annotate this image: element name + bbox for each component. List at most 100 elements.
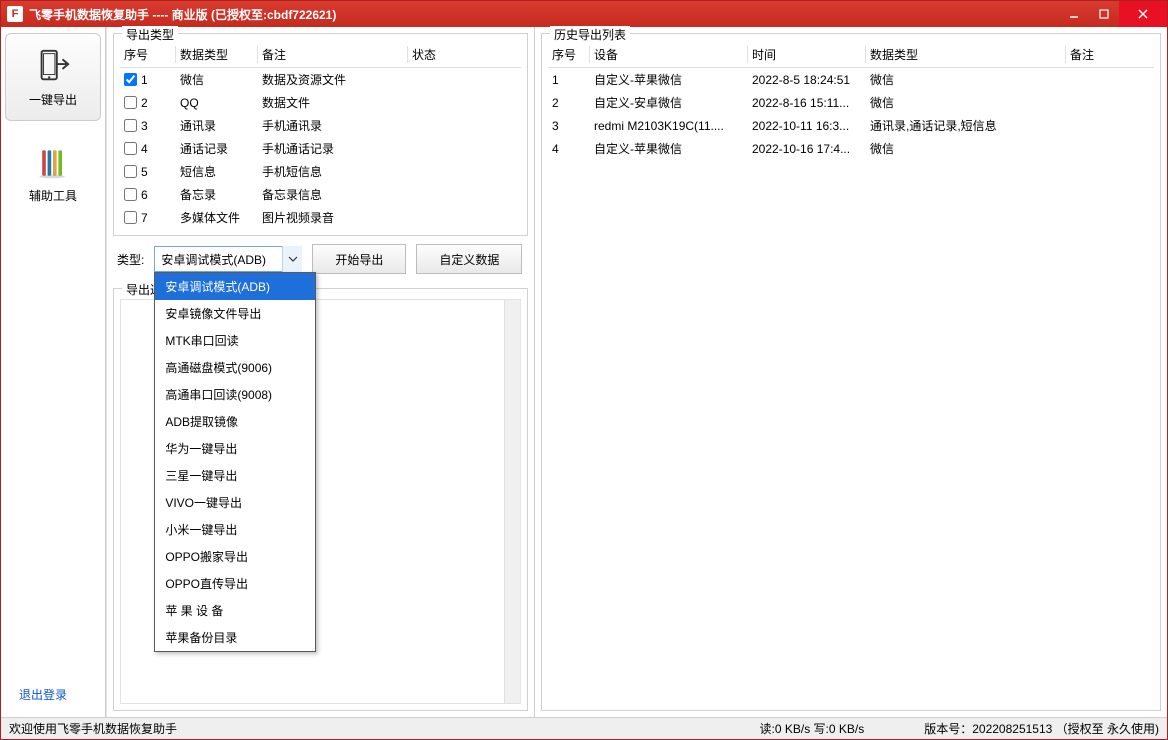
dropdown-option[interactable]: ADB提取镜像 (155, 408, 315, 435)
col-type[interactable]: 数据类型 (176, 42, 258, 68)
table-row[interactable]: 2自定义-安卓微信2022-8-16 15:11...微信 (548, 91, 1154, 114)
col-status[interactable]: 状态 (408, 42, 521, 68)
one-click-export-button[interactable]: 一键导出 (5, 33, 101, 121)
hcol-idx[interactable]: 序号 (548, 42, 590, 68)
window-maximize-button[interactable] (1089, 1, 1119, 27)
table-row[interactable]: 4通话记录手机通话记录 (120, 137, 521, 160)
row-status (408, 137, 521, 160)
dropdown-option[interactable]: OPPO搬家导出 (155, 543, 315, 570)
status-welcome: 欢迎使用飞零手机数据恢复助手 (9, 720, 177, 737)
type-label: 类型: (117, 251, 144, 268)
export-controls: 类型: 安卓调试模式(ADB) 安卓调试模式(ADB)安卓镜像文件导出MTK串口… (107, 238, 534, 282)
row-idx: 3 (141, 119, 148, 133)
hist-device: redmi M2103K19C(11.... (590, 114, 748, 137)
row-remark: 数据及资源文件 (258, 68, 408, 92)
export-type-legend: 导出类型 (122, 26, 178, 43)
app-icon: F (7, 6, 23, 22)
row-checkbox[interactable] (124, 119, 137, 132)
hcol-type[interactable]: 数据类型 (866, 42, 1066, 68)
dropdown-option[interactable]: 小米一键导出 (155, 516, 315, 543)
dropdown-option[interactable]: OPPO直传导出 (155, 570, 315, 597)
dropdown-option[interactable]: 苹果备份目录 (155, 624, 315, 651)
dropdown-option[interactable]: 高通串口回读(9008) (155, 381, 315, 408)
row-type: 通话记录 (176, 137, 258, 160)
window-minimize-button[interactable] (1059, 1, 1089, 27)
row-idx: 7 (141, 211, 148, 225)
hist-type: 微信 (866, 137, 1066, 160)
row-type: 多媒体文件 (176, 206, 258, 229)
row-idx: 1 (141, 73, 148, 87)
table-row[interactable]: 1自定义-苹果微信2022-8-5 18:24:51微信 (548, 68, 1154, 92)
col-idx[interactable]: 序号 (120, 42, 176, 68)
row-remark: 图片视频录音 (258, 206, 408, 229)
table-row[interactable]: 1 微信数据及资源文件 (120, 68, 521, 92)
custom-data-button[interactable]: 自定义数据 (416, 244, 522, 274)
hist-remark (1066, 91, 1154, 114)
start-export-button[interactable]: 开始导出 (312, 244, 406, 274)
status-bar: 欢迎使用飞零手机数据恢复助手 读:0 KB/s 写:0 KB/s 版本号：202… (1, 717, 1167, 739)
dropdown-option[interactable]: 安卓调试模式(ADB) (155, 273, 315, 300)
row-checkbox[interactable] (124, 73, 137, 86)
row-type: 备忘录 (176, 183, 258, 206)
window-title: 飞零手机数据恢复助手 ---- 商业版 (已授权至:cbdf722621) (29, 6, 1059, 23)
hist-time: 2022-10-11 16:3... (748, 114, 866, 137)
dropdown-option[interactable]: 三星一键导出 (155, 462, 315, 489)
dropdown-option[interactable]: 华为一键导出 (155, 435, 315, 462)
row-idx: 2 (141, 96, 148, 110)
window-titlebar: F 飞零手机数据恢复助手 ---- 商业版 (已授权至:cbdf722621) (1, 1, 1167, 27)
history-table: 序号 设备 时间 数据类型 备注 1自定义-苹果微信2022-8-5 18:24… (548, 42, 1154, 160)
aux-tools-button[interactable]: 辅助工具 (5, 145, 101, 204)
dropdown-option[interactable]: 高通磁盘模式(9006) (155, 354, 315, 381)
history-group: 历史导出列表 序号 设备 时间 数据类型 备注 1自定义 (541, 33, 1161, 711)
hist-device: 自定义-苹果微信 (590, 137, 748, 160)
hist-type: 通讯录,通话记录,短信息 (866, 114, 1066, 137)
table-row[interactable]: 3 通讯录手机通讯录 (120, 114, 521, 137)
table-row[interactable]: 3redmi M2103K19C(11....2022-10-11 16:3..… (548, 114, 1154, 137)
status-version: 版本号：202208251513 （授权至 永久使用) (924, 720, 1159, 737)
dropdown-option[interactable]: 苹 果 设 备 (155, 597, 315, 624)
scrollbar[interactable] (504, 300, 520, 703)
row-checkbox[interactable] (124, 142, 137, 155)
row-checkbox[interactable] (124, 211, 137, 224)
history-legend: 历史导出列表 (550, 26, 630, 43)
table-row[interactable]: 2QQ数据文件 (120, 91, 521, 114)
hcol-device[interactable]: 设备 (590, 42, 748, 68)
hist-remark (1066, 137, 1154, 160)
dropdown-option[interactable]: VIVO一键导出 (155, 489, 315, 516)
hist-type: 微信 (866, 68, 1066, 92)
table-row[interactable]: 7 多媒体文件图片视频录音 (120, 206, 521, 229)
row-idx: 5 (141, 165, 148, 179)
hist-idx: 1 (548, 68, 590, 92)
row-remark: 备忘录信息 (258, 183, 408, 206)
export-mode-combo[interactable]: 安卓调试模式(ADB) (154, 246, 302, 272)
hist-time: 2022-8-5 18:24:51 (748, 68, 866, 92)
col-remark[interactable]: 备注 (258, 42, 408, 68)
row-status (408, 68, 521, 92)
window-close-button[interactable] (1119, 1, 1167, 27)
hist-device: 自定义-安卓微信 (590, 91, 748, 114)
tools-icon (35, 145, 71, 181)
hist-remark (1066, 114, 1154, 137)
hist-idx: 3 (548, 114, 590, 137)
hist-device: 自定义-苹果微信 (590, 68, 748, 92)
row-type: 微信 (176, 68, 258, 92)
export-mode-dropdown[interactable]: 安卓调试模式(ADB)安卓镜像文件导出MTK串口回读高通磁盘模式(9006)高通… (154, 272, 316, 652)
row-status (408, 183, 521, 206)
status-speed: 读:0 KB/s 写:0 KB/s (760, 720, 865, 737)
row-checkbox[interactable] (124, 96, 137, 109)
row-remark: 手机通讯录 (258, 114, 408, 137)
logout-link[interactable]: 退出登录 (19, 686, 101, 703)
table-row[interactable]: 6备忘录备忘录信息 (120, 183, 521, 206)
export-type-table: 序号 数据类型 备注 状态 1 微信数据及资源文件 2QQ数据文件 3 通讯录手机通… (120, 42, 521, 229)
combo-value: 安卓调试模式(ADB) (161, 251, 266, 268)
hcol-remark[interactable]: 备注 (1066, 42, 1154, 68)
row-checkbox[interactable] (124, 165, 137, 178)
dropdown-option[interactable]: MTK串口回读 (155, 327, 315, 354)
row-remark: 手机通话记录 (258, 137, 408, 160)
table-row[interactable]: 5短信息手机短信息 (120, 160, 521, 183)
row-type: 通讯录 (176, 114, 258, 137)
table-row[interactable]: 4自定义-苹果微信2022-10-16 17:4...微信 (548, 137, 1154, 160)
row-checkbox[interactable] (124, 188, 137, 201)
dropdown-option[interactable]: 安卓镜像文件导出 (155, 300, 315, 327)
hcol-time[interactable]: 时间 (748, 42, 866, 68)
